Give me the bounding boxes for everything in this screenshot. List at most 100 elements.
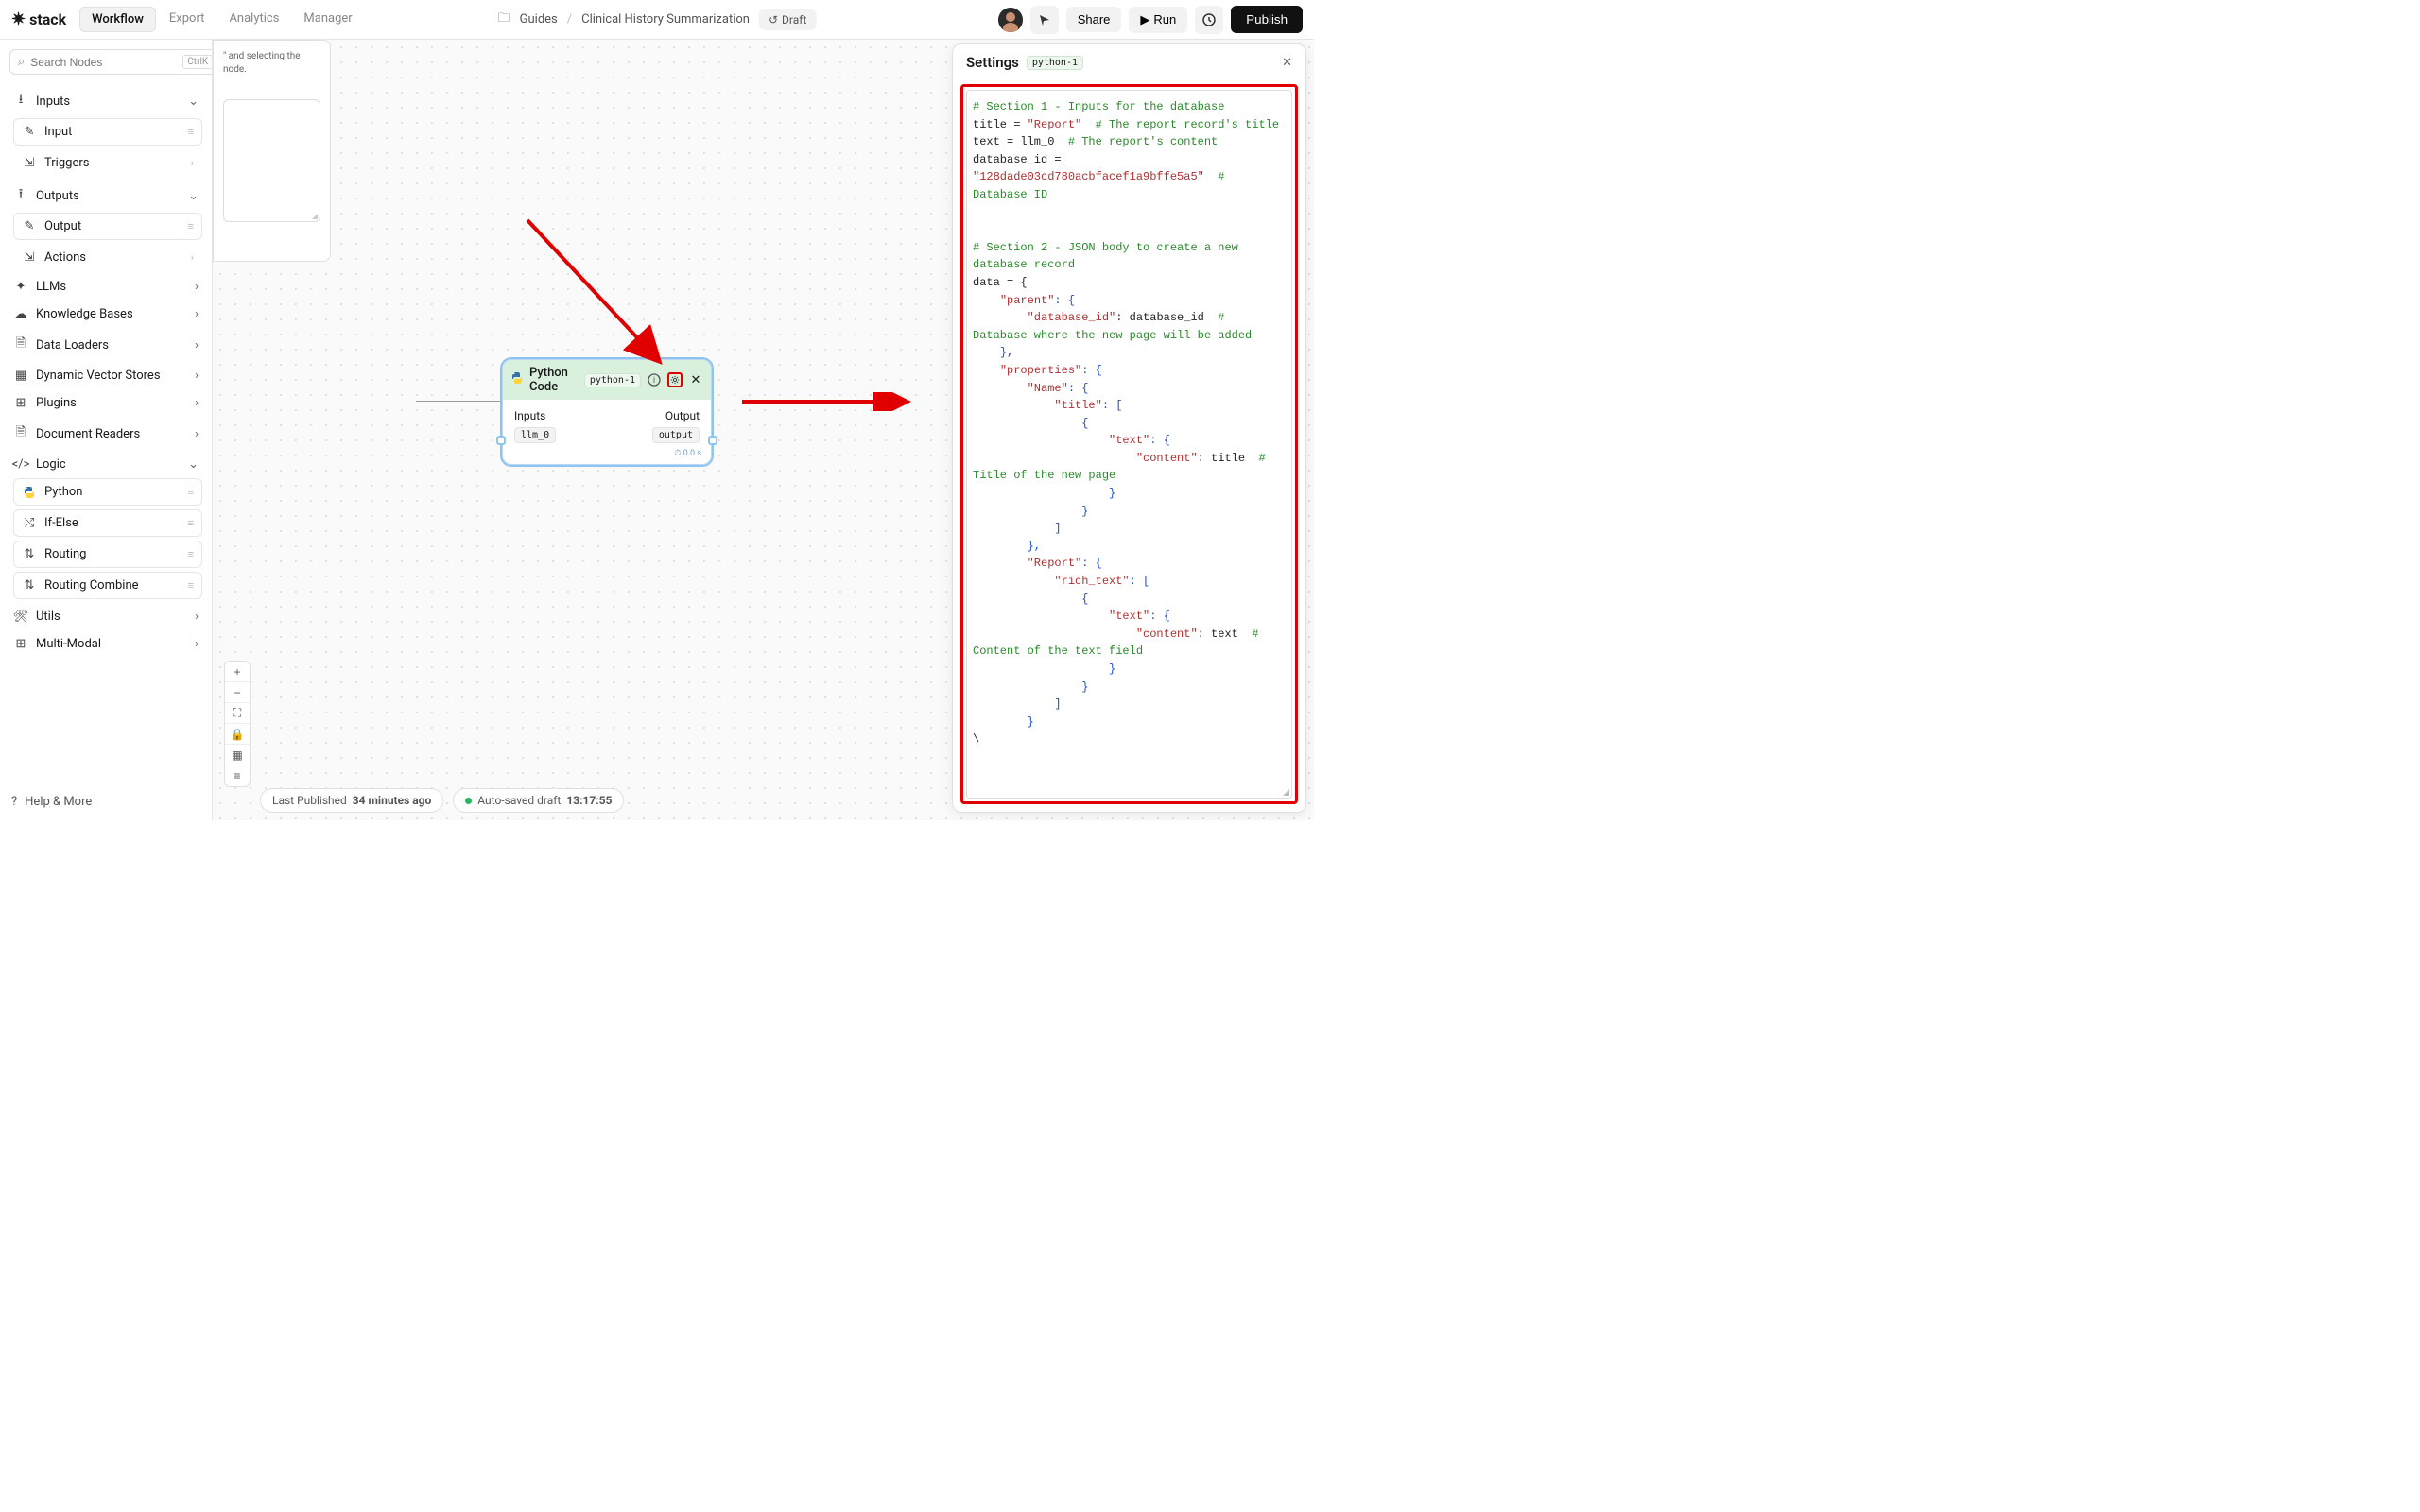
tab-workflow[interactable]: Workflow <box>79 7 156 32</box>
bolt-icon: ⇲ <box>22 156 37 170</box>
chevron-down-icon: ⌄ <box>188 189 199 203</box>
wrench-icon: 🛠 <box>13 610 28 624</box>
chevron-right-icon: › <box>195 427 199 441</box>
node-badge: python-1 <box>584 373 641 387</box>
search-input[interactable] <box>30 56 177 69</box>
zoom-controls: + − ⛶ 🔒 ▦ ≡ <box>224 661 251 787</box>
grid4-icon: ⊞ <box>13 637 28 651</box>
close-settings-icon[interactable]: ✕ <box>1282 56 1292 70</box>
file-icon: 🗎 <box>13 335 28 355</box>
last-published-pill[interactable]: Last Published 34 minutes ago <box>260 788 443 813</box>
annotation-arrow-2 <box>737 392 917 411</box>
publish-button[interactable]: Publish <box>1231 6 1303 33</box>
logo-text: stack <box>29 10 66 28</box>
topbar: ✷ stack Workflow Export Analytics Manage… <box>0 0 1314 40</box>
pencil-icon: ✎ <box>22 125 37 139</box>
settings-panel: Settings python-1 ✕ # Section 1 - Inputs… <box>952 43 1306 813</box>
draft-badge[interactable]: ↺ Draft <box>759 9 816 30</box>
section-plugins[interactable]: ⊞ Plugins › <box>9 389 202 417</box>
nav-tabs: Workflow Export Analytics Manager <box>79 7 364 32</box>
section-inputs[interactable]: ⭳ Inputs ⌄ <box>9 84 202 118</box>
logo-icon: ✷ <box>11 9 26 29</box>
search-nodes[interactable]: ⌕ CtrlK <box>9 49 213 75</box>
settings-badge: python-1 <box>1027 56 1083 70</box>
tab-analytics[interactable]: Analytics <box>217 7 290 32</box>
canvas[interactable]: " and selecting the node. Python Code py… <box>213 40 1314 820</box>
chevron-right-icon: › <box>195 637 199 651</box>
input-chip[interactable]: llm_0 <box>514 427 556 443</box>
grid-button[interactable]: ▦ <box>225 745 250 765</box>
tab-export[interactable]: Export <box>158 7 216 32</box>
sidebar-item-actions[interactable]: ⇲ Actions › <box>13 244 202 271</box>
search-icon: ⌕ <box>18 55 25 69</box>
upload-icon: ⭱ <box>13 185 28 206</box>
doc-icon: 🗎 <box>13 423 28 444</box>
edge <box>416 401 502 403</box>
annotation-arrow-1 <box>523 215 674 376</box>
sidebar-item-python[interactable]: Python ≡ <box>13 478 202 506</box>
chevron-right-icon: › <box>195 610 199 624</box>
logo[interactable]: ✷ stack <box>11 9 66 29</box>
action-icon: ⇲ <box>22 250 37 265</box>
zoom-out-button[interactable]: − <box>225 682 250 703</box>
clock-button[interactable] <box>1195 6 1223 34</box>
section-loaders[interactable]: 🗎 Data Loaders › <box>9 328 202 362</box>
close-node-icon[interactable]: ✕ <box>688 372 703 387</box>
chevron-right-icon: › <box>195 369 199 383</box>
cloud-icon: ☁ <box>13 307 28 321</box>
chevron-right-icon: › <box>195 338 199 352</box>
gear-icon[interactable] <box>667 372 683 387</box>
sidebar-item-routingcombine[interactable]: ⇅ Routing Combine ≡ <box>13 572 202 599</box>
share-button[interactable]: Share <box>1066 7 1122 32</box>
avatar[interactable] <box>998 8 1023 32</box>
section-outputs[interactable]: ⭱ Outputs ⌄ <box>9 179 202 213</box>
run-button[interactable]: ▶ Run <box>1129 7 1187 33</box>
breadcrumb-folder[interactable]: Guides <box>520 12 558 26</box>
sidebar-item-input[interactable]: ✎ Input ≡ <box>13 118 202 146</box>
zoom-in-button[interactable]: + <box>225 662 250 682</box>
node-time: ⏱ 0.0 s <box>503 449 711 464</box>
sidebar-item-routing[interactable]: ⇅ Routing ≡ <box>13 541 202 568</box>
breadcrumb-sep: / <box>567 12 572 26</box>
folder-icon: 🗀 <box>498 9 510 30</box>
section-multimodal[interactable]: ⊞ Multi-Modal › <box>9 630 202 658</box>
grid-icon: ▦ <box>13 369 28 383</box>
info-icon[interactable]: i <box>647 372 662 387</box>
help-icon: ? <box>11 795 17 809</box>
cursor-play-icon[interactable] <box>1030 6 1059 34</box>
grip-icon: ≡ <box>188 548 194 560</box>
sidebar-item-output[interactable]: ✎ Output ≡ <box>13 213 202 240</box>
settings-title: Settings <box>966 54 1019 71</box>
input-port[interactable] <box>496 436 506 445</box>
combine-icon: ⇅ <box>22 578 37 593</box>
output-chip[interactable]: output <box>652 427 700 443</box>
list-button[interactable]: ≡ <box>225 765 250 786</box>
sidebar-item-ifelse[interactable]: ⤭ If-Else ≡ <box>13 509 202 537</box>
search-shortcut: CtrlK <box>182 55 213 69</box>
fit-button[interactable]: ⛶ <box>225 703 250 724</box>
code-editor-wrapper: # Section 1 - Inputs for the database ti… <box>960 84 1298 804</box>
chevron-right-icon: › <box>195 307 199 321</box>
sidebar-item-triggers[interactable]: ⇲ Triggers › <box>13 149 202 177</box>
section-knowledge[interactable]: ☁ Knowledge Bases › <box>9 301 202 328</box>
code-editor[interactable]: # Section 1 - Inputs for the database ti… <box>966 90 1292 799</box>
breadcrumb-page[interactable]: Clinical History Summarization <box>581 12 750 26</box>
breadcrumbs: 🗀 Guides / Clinical History Summarizatio… <box>498 9 817 30</box>
textarea-placeholder[interactable] <box>223 99 320 222</box>
output-port[interactable] <box>708 436 717 445</box>
python-icon <box>510 371 524 388</box>
section-utils[interactable]: 🛠 Utils › <box>9 603 202 630</box>
autosave-pill[interactable]: Auto-saved draft 13:17:55 <box>453 788 624 813</box>
lock-button[interactable]: 🔒 <box>225 724 250 745</box>
section-readers[interactable]: 🗎 Document Readers › <box>9 417 202 451</box>
help-button[interactable]: ? Help & More <box>11 795 92 809</box>
section-vector[interactable]: ▦ Dynamic Vector Stores › <box>9 362 202 389</box>
tab-manager[interactable]: Manager <box>292 7 363 32</box>
code-icon: </> <box>13 457 28 472</box>
python-node[interactable]: Python Code python-1 i ✕ Inputs llm_0 Ou… <box>502 359 712 465</box>
sparkle-icon: ✦ <box>13 280 28 294</box>
section-logic[interactable]: </> Logic ⌄ <box>9 451 202 478</box>
section-llms[interactable]: ✦ LLMs › <box>9 273 202 301</box>
chevron-right-icon: › <box>195 280 199 294</box>
plugin-icon: ⊞ <box>13 396 28 410</box>
